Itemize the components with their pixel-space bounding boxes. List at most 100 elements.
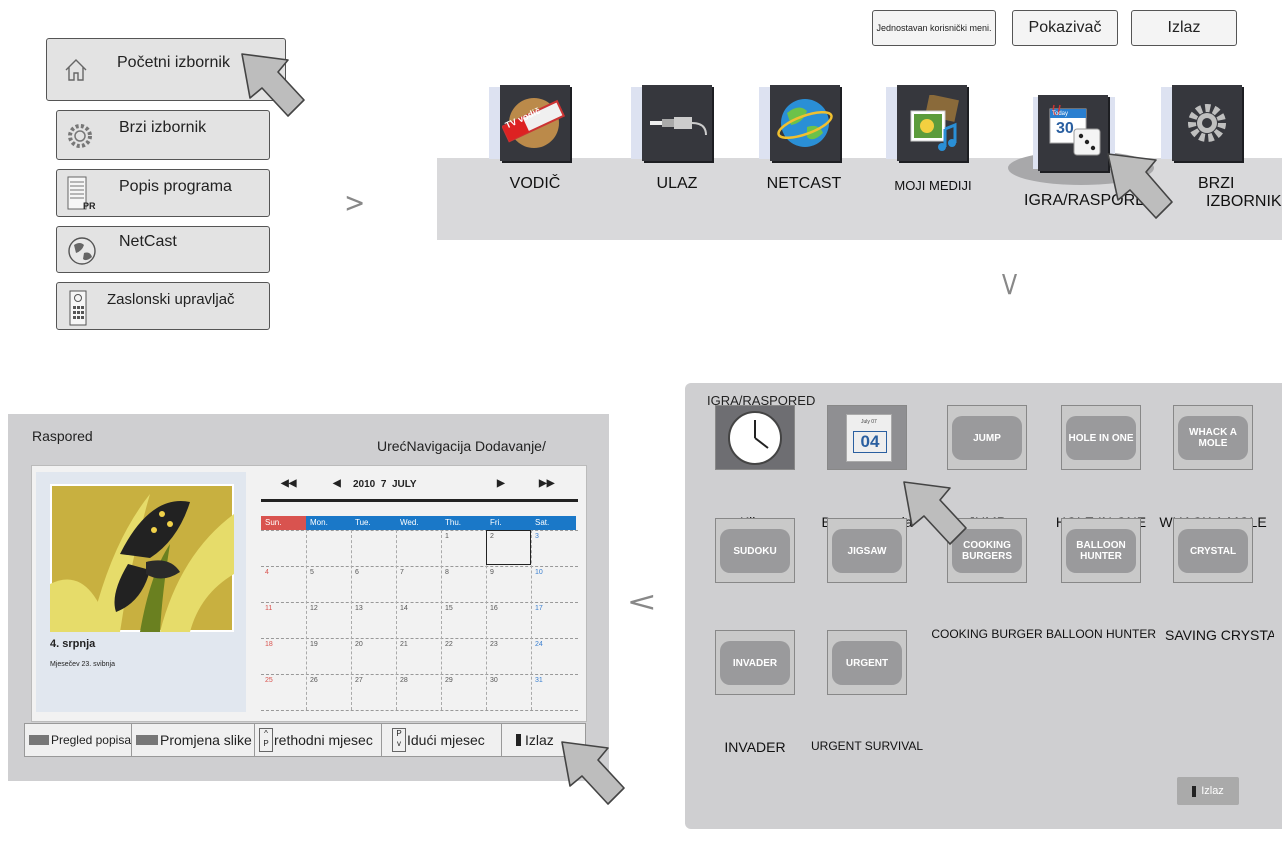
month-divider (261, 499, 578, 502)
games-exit-label: Izlaz (1201, 785, 1224, 797)
app-tile-guide[interactable]: TV vodič (489, 85, 571, 161)
left-arrow-icon: < (626, 585, 657, 618)
list-view-button[interactable]: Pregled popisa (25, 724, 132, 756)
game-tile[interactable]: SUDOKU (715, 518, 795, 583)
clock-icon (728, 411, 782, 465)
app-label-quick-menu-1: BRZI (1198, 175, 1235, 192)
weekday-header: Wed. (396, 516, 441, 530)
game-tile[interactable]: CRYSTAL (1173, 518, 1253, 583)
game-tile[interactable]: JIGSAW (827, 518, 907, 583)
game-label: BALLOON HUNTER (1045, 627, 1157, 641)
exit-button-label: Izlaz (1167, 19, 1201, 36)
globe-icon (777, 99, 833, 147)
next-month-button[interactable]: Pv Idući mjesec (382, 724, 502, 756)
calendar-day[interactable]: 12 (310, 605, 318, 612)
calendar-day[interactable]: 30 (490, 677, 498, 684)
app-label-my-media: MOJI MEDIJI (894, 178, 972, 193)
calendar-day[interactable]: 5 (310, 569, 314, 576)
game-logo: JUMP (952, 416, 1022, 460)
calendar-day[interactable]: 4 (265, 569, 269, 576)
game-tile[interactable] (715, 405, 795, 470)
selected-day-box (486, 530, 531, 565)
calendar-day[interactable]: 25 (265, 677, 273, 684)
menu-item-program-list[interactable]: PR Popis programa (56, 169, 270, 217)
calendar-day[interactable]: 20 (355, 641, 363, 648)
game-label: URGENT SURVIVAL (810, 739, 924, 753)
calendar-day[interactable]: 1 (445, 533, 449, 540)
calendar-day[interactable]: 14 (400, 605, 408, 612)
app-tile-input[interactable] (631, 85, 713, 161)
games-exit-button[interactable]: Izlaz (1177, 777, 1239, 805)
menu-item-label: Brzi izbornik (119, 119, 207, 136)
exit-label: Izlaz (525, 732, 554, 748)
next-year-icon[interactable]: ▶▶ (539, 478, 554, 489)
photo-panel: 4. srpnja Mjesečev 23. svibnja (36, 472, 246, 712)
prev-month-icon[interactable]: ◀ (333, 478, 341, 489)
calendar-icon: July 07 04 (846, 414, 892, 462)
calendar-day[interactable]: 11 (265, 605, 272, 612)
game-tile[interactable]: JUMP (947, 405, 1027, 470)
game-label: SAVING CRYSTA (1165, 627, 1274, 643)
menu-item-netcast[interactable]: NetCast (56, 226, 270, 273)
calendar-day[interactable]: 17 (535, 605, 543, 612)
app-tile-game-schedule[interactable]: Today 30 (1033, 95, 1115, 171)
selected-date-label: 4. srpnja (50, 638, 96, 650)
exit-button[interactable]: Izlaz (1131, 10, 1237, 46)
globe-icon (66, 235, 98, 272)
calendar-day[interactable]: 24 (535, 641, 543, 648)
calendar-day[interactable]: 8 (445, 569, 449, 576)
calendar-day[interactable]: 13 (355, 605, 363, 612)
game-tile[interactable]: WHACK A MOLE (1173, 405, 1253, 470)
weekday-header: Thu. (441, 516, 486, 530)
prev-month-label: rethodni mjesec (274, 732, 373, 748)
calendar-day[interactable]: 19 (310, 641, 318, 648)
game-tile[interactable]: URGENT (827, 630, 907, 695)
color-key-icon (136, 735, 158, 745)
weekday-header: Mon. (306, 516, 351, 530)
month-number-text: 7 (380, 479, 387, 490)
app-tile-netcast[interactable] (759, 85, 841, 161)
game-tile[interactable]: HOLE IN ONE (1061, 405, 1141, 470)
month-year: 2010 7 JULY (353, 479, 417, 490)
lunar-date-label: Mjesečev 23. svibnja (50, 661, 115, 668)
calendar-day[interactable]: 28 (400, 677, 408, 684)
calendar-day[interactable]: 22 (445, 641, 453, 648)
calendar-day[interactable]: 10 (535, 569, 543, 576)
change-image-button[interactable]: Promjena slike (132, 724, 255, 756)
app-tile-my-media[interactable] (886, 85, 968, 161)
game-logo: INVADER (720, 641, 790, 685)
remote-icon (69, 290, 87, 331)
game-tile[interactable]: BALLOON HUNTER (1061, 518, 1141, 583)
pointer-button[interactable]: Pokazivač (1012, 10, 1118, 46)
calendar-day[interactable]: 3 (535, 533, 539, 540)
next-month-icon[interactable]: ▶ (497, 478, 505, 489)
calendar-day[interactable]: 23 (490, 641, 498, 648)
calendar-day[interactable]: 31 (535, 677, 543, 684)
schedule-bottom-bar: Pregled popisa Promjena slike ^ Prethodni… (24, 723, 586, 757)
calendar-day[interactable]: 15 (445, 605, 453, 612)
grid-line (261, 710, 578, 711)
calendar-day[interactable]: 7 (400, 569, 404, 576)
simple-menu-label: Jednostavan korisnički meni. (876, 23, 992, 33)
game-tile[interactable]: INVADER (715, 630, 795, 695)
grid-line (306, 530, 307, 710)
app-tile-quick-menu[interactable] (1161, 85, 1243, 161)
home-icon (63, 57, 89, 88)
calendar-day[interactable]: 16 (490, 605, 498, 612)
calendar-day[interactable]: 21 (400, 641, 408, 648)
simple-menu-button[interactable]: Jednostavan korisnički meni. (872, 10, 996, 46)
game-tile[interactable]: July 07 04 (827, 405, 907, 470)
calendar-day[interactable]: 18 (265, 641, 273, 648)
menu-item-label: NetCast (119, 233, 177, 250)
menu-item-remote[interactable]: Zaslonski upravljač (56, 282, 270, 330)
calendar-day[interactable]: 6 (355, 569, 359, 576)
grid-line (441, 530, 442, 710)
grid-line (351, 530, 352, 710)
prev-month-button[interactable]: ^ Prethodni mjesec (255, 724, 382, 756)
calendar-day[interactable]: 27 (355, 677, 363, 684)
calendar-day[interactable]: 29 (445, 677, 453, 684)
prev-year-icon[interactable]: ◀◀ (281, 478, 296, 489)
calendar-day[interactable]: 26 (310, 677, 318, 684)
month-name-text: JULY (391, 479, 417, 490)
calendar-day[interactable]: 9 (490, 569, 494, 576)
